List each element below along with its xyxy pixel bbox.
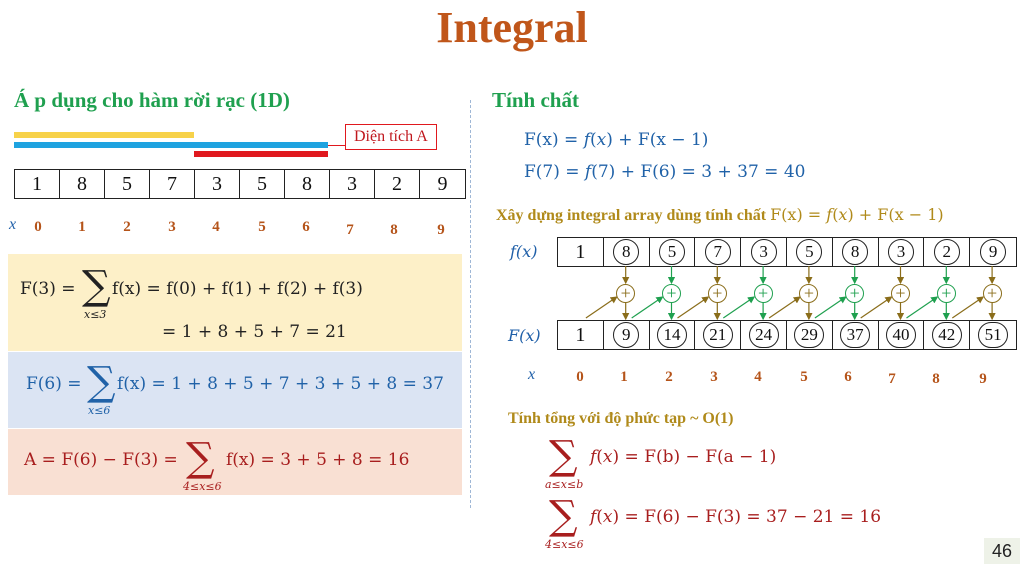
build-arrows (585, 266, 996, 321)
F_array-circled-value: 51 (978, 322, 1009, 348)
index-label: 2 (665, 369, 673, 385)
arrow-diagonal (722, 296, 756, 319)
F_array-cell: 40 (879, 321, 925, 349)
F_array-cell: 1 (558, 321, 604, 349)
F_array-cell: 51 (970, 321, 1016, 349)
F_array-cell: 29 (787, 321, 833, 349)
plus-icon: + (891, 283, 910, 303)
F_array-circled-value: 9 (613, 322, 640, 348)
arrow-diagonal (585, 296, 618, 319)
F_array-cell: 24 (741, 321, 787, 349)
index-label: 3 (710, 369, 718, 385)
complexity-text: Tính tổng với độ phức tạp ~ O(1) (508, 410, 734, 427)
sum1-subscript: a≤x≤b (545, 478, 584, 491)
arrow-diagonal (631, 296, 664, 319)
F_array-cell: 9 (604, 321, 650, 349)
arrow-diagonal (677, 296, 710, 319)
plus-icon: + (662, 283, 681, 303)
plus-icon: + (799, 283, 819, 303)
F-array: 1 9 14 21 24 29 37 40 42 51 (557, 320, 1017, 350)
sum2-symbol: ∑ (549, 493, 578, 539)
arrow-diagonal (860, 296, 893, 319)
index-label: 5 (800, 369, 808, 385)
index-label: 1 (620, 369, 628, 385)
F_array-circled-value: 37 (840, 322, 871, 348)
F_array-cell: 42 (924, 321, 971, 349)
plus-icon: + (936, 283, 956, 303)
sum1-rhs: 𝑓(𝑥) = F(b) − F(a − 1) (590, 447, 777, 467)
index-label: 4 (754, 369, 762, 385)
index-label: 7 (888, 371, 896, 387)
right-index-row: 0 1 2 3 4 5 6 7 8 9 (0, 369, 1024, 389)
F_array-cell: 21 (695, 321, 742, 349)
F_array-circled-value: 14 (656, 322, 687, 348)
index-label: 0 (576, 369, 584, 385)
page-number: 46 (984, 538, 1020, 564)
arrow-diagonal (768, 296, 801, 319)
F-row-label: 𝐹(𝑥) (508, 326, 541, 345)
plus-icon: + (753, 283, 773, 303)
sum2-subscript: 4≤x≤6 (545, 538, 584, 551)
plus-icon: + (616, 283, 636, 303)
plus-icon: + (982, 283, 1002, 303)
sum1-symbol: ∑ (549, 433, 578, 479)
F_array-cell: 37 (833, 321, 879, 349)
plus-icon: + (845, 283, 865, 303)
plus-row: + + + + + + + + + (0, 0, 1002, 303)
F_array-circled-value: 24 (748, 322, 779, 348)
F_array-circled-value: 21 (702, 322, 733, 348)
F_array-cell: 14 (650, 321, 696, 349)
arrow-diagonal (814, 296, 847, 319)
F_array-circled-value: 40 (885, 322, 916, 348)
arrow-diagonal (906, 296, 939, 319)
F_array-circled-value: 29 (794, 322, 825, 348)
plus-icon: + (707, 283, 727, 303)
index-label: 9 (979, 371, 987, 387)
index-label: 8 (932, 371, 940, 387)
index-label: 6 (844, 369, 852, 385)
sum2-rhs: 𝑓(𝑥) = F(6) − F(3) = 37 − 21 = 16 (590, 507, 882, 527)
arrow-diagonal (951, 296, 985, 319)
F_array-circled-value: 42 (931, 322, 962, 348)
